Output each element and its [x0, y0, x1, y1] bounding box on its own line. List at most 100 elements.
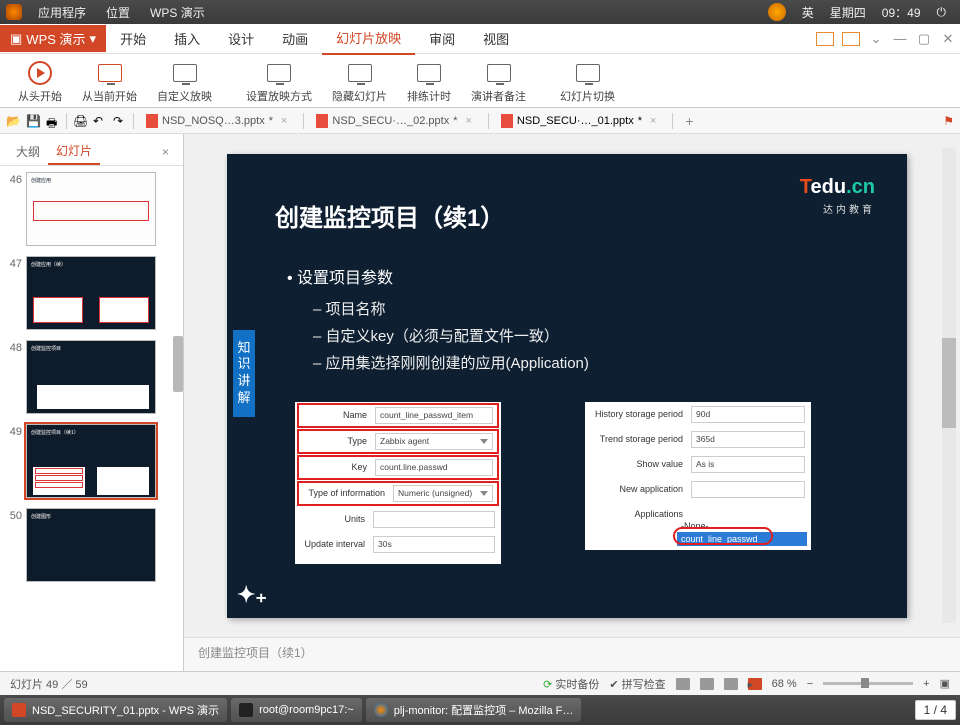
tab-view[interactable]: 视图: [469, 23, 523, 54]
slide-thumb-46[interactable]: 创建应用: [26, 172, 156, 246]
sketch-icon-2[interactable]: [842, 32, 860, 46]
doc-tab-2[interactable]: NSD_SECU·…_02.pptx*×: [310, 112, 482, 130]
taskbar-firefox[interactable]: plj-monitor: 配置监控项 – Mozilla F…: [366, 698, 582, 722]
zoom-out-icon[interactable]: −: [807, 678, 813, 690]
form-hist-label: History storage period: [591, 409, 691, 419]
ribbon-presenter[interactable]: 演讲者备注: [461, 56, 536, 107]
form-trend-value: 365d: [691, 431, 805, 448]
os-menu-applications[interactable]: 应用程序: [28, 4, 96, 21]
feedback-icon[interactable]: ⚑: [943, 114, 954, 128]
ribbon-from-beginning-label: 从头开始: [18, 88, 62, 104]
doc-tab-2-modified: *: [453, 115, 457, 127]
status-spellcheck[interactable]: ✔ 拼写检查: [609, 676, 665, 692]
slide-notes-caption[interactable]: 创建监控项目（续1）: [184, 637, 960, 671]
side-tab-outline[interactable]: 大纲: [8, 139, 48, 164]
bullet-2a: – 项目名称: [313, 298, 589, 319]
form-left: Namecount_line_passwd_item TypeZabbix ag…: [295, 402, 501, 564]
view-normal-icon[interactable]: [676, 678, 690, 690]
os-menu-places[interactable]: 位置: [96, 4, 140, 21]
tab-insert[interactable]: 插入: [160, 23, 214, 54]
ribbon-transition[interactable]: 幻灯片切换: [550, 56, 625, 107]
brand-t: T: [800, 176, 811, 198]
redo-icon[interactable]: ↷: [113, 114, 127, 128]
ribbon-hide-slide[interactable]: 隐藏幻灯片: [322, 56, 397, 107]
doc-tab-2-close[interactable]: ×: [461, 115, 475, 127]
os-logo-icon: [6, 4, 22, 20]
screen-icon: [173, 64, 197, 82]
tab-animation[interactable]: 动画: [268, 23, 322, 54]
brand-edu: edu: [811, 176, 847, 198]
slide-thumb-48[interactable]: 创建监控项目: [26, 340, 156, 414]
print-preview-icon[interactable]: 🖨: [73, 114, 87, 128]
form-name-label: Name: [303, 410, 375, 420]
new-doc-tab[interactable]: +: [679, 113, 699, 129]
workspace-page-indicator[interactable]: 1 / 4: [915, 700, 956, 720]
form-show-value: As is: [691, 456, 805, 473]
taskbar-terminal[interactable]: root@room9pc17:~: [231, 698, 362, 722]
ribbon-rehearse[interactable]: 排练计时: [397, 56, 461, 107]
tab-review[interactable]: 审阅: [415, 23, 469, 54]
slide-thumb-49[interactable]: 创建监控项目（续1）: [26, 424, 156, 498]
canvas-vertical-scrollbar[interactable]: [942, 148, 956, 623]
window-minimize[interactable]: —: [888, 31, 912, 46]
form-interval-value: 30s: [373, 536, 495, 553]
view-reading-icon[interactable]: [724, 678, 738, 690]
side-panel-close[interactable]: ×: [156, 145, 175, 159]
tab-start[interactable]: 开始: [106, 23, 160, 54]
bullet-1: • 设置项目参数: [287, 264, 589, 288]
form-type-value: Zabbix agent: [375, 433, 493, 450]
doc-tab-3-label: NSD_SECU·…_01.pptx: [517, 115, 634, 127]
slide-thumb-47[interactable]: 创建应用（续）: [26, 256, 156, 330]
undo-icon[interactable]: ↶: [93, 114, 107, 128]
open-icon[interactable]: 📂: [6, 114, 20, 128]
side-tab-slides[interactable]: 幻灯片: [48, 138, 100, 165]
slide-body: • 设置项目参数 – 项目名称 – 自定义key（必须与配置文件一致） – 应用…: [287, 264, 589, 379]
taskbar-wps[interactable]: NSD_SECURITY_01.pptx - WPS 演示: [4, 698, 227, 722]
ime-lang[interactable]: 英: [794, 4, 822, 21]
red-highlight-oval: [673, 527, 773, 545]
presenter-icon: [487, 64, 511, 82]
app-logo[interactable]: ▣ WPS 演示 ▾: [0, 25, 106, 52]
canvas-scroll-handle[interactable]: [942, 338, 956, 428]
terminal-icon: [239, 703, 253, 717]
view-slideshow-icon[interactable]: ▸: [748, 678, 762, 690]
ribbon-from-current[interactable]: 从当前开始: [72, 56, 147, 107]
ppt-file-icon: [146, 114, 158, 128]
doc-tab-1[interactable]: NSD_NOSQ…3.pptx*×: [140, 112, 297, 130]
slide-canvas[interactable]: Tedu.cn 达内教育 创建监控项目（续1） • 设置项目参数 – 项目名称 …: [227, 154, 907, 618]
ime-indicator[interactable]: [760, 3, 794, 21]
doc-tab-1-close[interactable]: ×: [277, 115, 291, 127]
slide-thumb-50[interactable]: 创建图形: [26, 508, 156, 582]
globe-icon: [768, 3, 786, 21]
print-icon[interactable]: 🖶: [46, 114, 60, 128]
transition-icon: [576, 64, 600, 82]
thumb-num-47: 47: [4, 256, 22, 270]
ppt-file-icon: [316, 114, 328, 128]
fit-window-icon[interactable]: ▣: [940, 677, 950, 690]
os-menu-wps[interactable]: WPS 演示: [140, 4, 215, 21]
window-close[interactable]: ✕: [936, 31, 960, 47]
zoom-in-icon[interactable]: +: [923, 678, 929, 690]
ribbon-custom-show[interactable]: 自定义放映: [147, 56, 222, 107]
window-maximize[interactable]: ▢: [912, 31, 936, 47]
view-sorter-icon[interactable]: [700, 678, 714, 690]
form-hist-value: 90d: [691, 406, 805, 423]
tab-slideshow[interactable]: 幻灯片放映: [322, 22, 415, 55]
sketch-icon-1[interactable]: [816, 32, 834, 46]
ribbon-set-show[interactable]: 设置放映方式: [236, 56, 322, 107]
status-realtime-backup[interactable]: ⟳ 实时备份: [543, 676, 599, 692]
doc-tab-3-close[interactable]: ×: [646, 115, 660, 127]
ribbon-from-beginning[interactable]: 从头开始: [8, 56, 72, 107]
doc-tab-3[interactable]: NSD_SECU·…_01.pptx*×: [495, 112, 667, 130]
power-icon[interactable]: ⏻: [929, 5, 955, 20]
wps-logo-icon: ▣: [10, 31, 22, 47]
clock-date: 星期四: [822, 4, 874, 21]
tab-design[interactable]: 设计: [214, 23, 268, 54]
save-icon[interactable]: 💾: [26, 114, 40, 128]
zoom-slider-thumb[interactable]: [861, 678, 869, 688]
watermark-icon: ✦₊: [237, 582, 267, 608]
ribbon-collapse-icon[interactable]: ⌄: [864, 31, 888, 47]
zoom-slider[interactable]: [823, 682, 913, 685]
app-dropdown-icon[interactable]: ▾: [90, 31, 97, 47]
thumb-scrollbar[interactable]: [173, 336, 183, 392]
